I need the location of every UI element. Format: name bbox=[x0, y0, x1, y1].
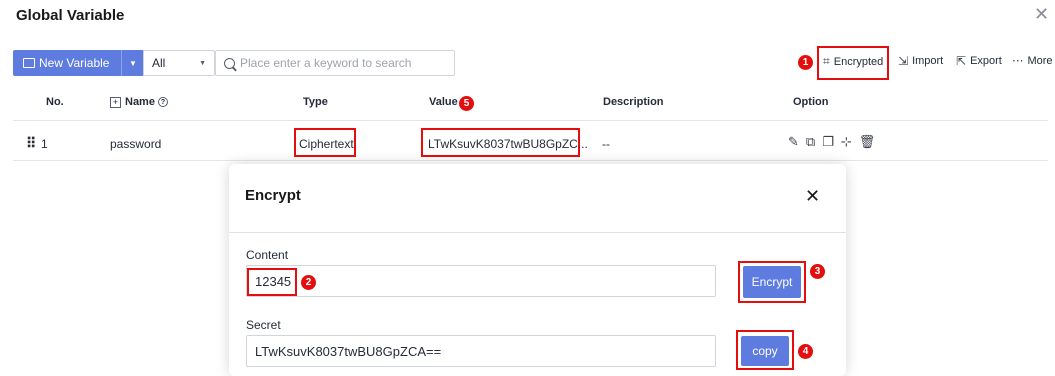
encrypt-button[interactable]: Encrypt bbox=[743, 266, 801, 298]
content-label: Content bbox=[246, 248, 289, 262]
annotation-badge-3: 3 bbox=[810, 264, 825, 279]
new-variable-icon bbox=[23, 58, 35, 68]
import-button[interactable]: ⇲ Import bbox=[898, 54, 943, 68]
export-icon: ⇱ bbox=[956, 54, 967, 68]
close-icon[interactable]: ✕ bbox=[805, 186, 820, 207]
encrypt-scan-icon: ⌗ bbox=[823, 54, 830, 68]
row-divider bbox=[13, 160, 1048, 161]
header-no: No. bbox=[46, 96, 64, 108]
drag-handle-icon[interactable]: ⠿ bbox=[26, 135, 36, 152]
copy-button[interactable]: copy bbox=[741, 336, 789, 366]
search-icon bbox=[224, 57, 235, 69]
help-icon[interactable]: ? bbox=[157, 97, 168, 107]
annotation-badge-2: 2 bbox=[301, 275, 316, 290]
edit-icon[interactable]: ✎ bbox=[788, 135, 799, 150]
new-variable-button[interactable]: New Variable ▼ bbox=[13, 50, 144, 76]
content-highlight-box bbox=[247, 268, 297, 296]
import-icon: ⇲ bbox=[898, 54, 909, 68]
search-input[interactable] bbox=[240, 56, 440, 70]
header-description: Description bbox=[603, 96, 664, 108]
encrypt-dialog: Encrypt ✕ Content 12345 2 Encrypt 3 Secr… bbox=[229, 164, 846, 376]
dialog-divider bbox=[229, 232, 846, 233]
page-title: Global Variable bbox=[16, 7, 125, 24]
encrypted-label: Encrypted bbox=[833, 55, 884, 68]
chevron-down-icon[interactable]: ▼ bbox=[122, 59, 144, 68]
annotation-badge-1: 1 bbox=[798, 55, 813, 70]
export-button[interactable]: ⇱ Export bbox=[956, 54, 1002, 68]
expand-plus-icon[interactable]: + bbox=[110, 96, 121, 108]
header-name[interactable]: + Name ? bbox=[110, 96, 168, 108]
dialog-title: Encrypt bbox=[245, 187, 301, 204]
row-value: LTwKsuvK8037twBU8GpZC... bbox=[428, 137, 588, 151]
row-description: -- bbox=[602, 137, 610, 151]
row-no: 1 bbox=[41, 137, 48, 151]
filter-select[interactable]: All ▼ bbox=[143, 50, 215, 76]
duplicate-icon[interactable]: ❐ bbox=[822, 135, 834, 150]
more-button[interactable]: ··· More bbox=[1012, 54, 1053, 68]
import-label: Import bbox=[912, 55, 944, 67]
copy-variable-icon[interactable]: ⧉ bbox=[806, 135, 815, 150]
export-label: Export bbox=[970, 55, 1002, 67]
chevron-down-icon: ▼ bbox=[199, 59, 206, 67]
search-box[interactable] bbox=[215, 50, 455, 76]
move-icon[interactable]: ⊹ bbox=[841, 135, 852, 150]
secret-field[interactable]: LTwKsuvK8037twBU8GpZCA== bbox=[246, 335, 716, 367]
header-name-label: Name bbox=[125, 96, 155, 108]
more-dots-icon: ··· bbox=[1012, 54, 1024, 68]
header-divider bbox=[13, 120, 1048, 121]
header-value: Value bbox=[429, 96, 458, 108]
header-type: Type bbox=[303, 96, 328, 108]
annotation-badge-4: 4 bbox=[798, 344, 813, 359]
secret-label: Secret bbox=[246, 318, 281, 332]
annotation-badge-5: 5 bbox=[459, 96, 474, 111]
row-name: password bbox=[110, 137, 162, 151]
header-option: Option bbox=[793, 96, 829, 108]
delete-icon[interactable]: 🗑 bbox=[859, 135, 876, 150]
new-variable-label: New Variable bbox=[39, 56, 110, 70]
filter-value: All bbox=[152, 56, 166, 70]
secret-value: LTwKsuvK8037twBU8GpZCA== bbox=[255, 343, 442, 359]
more-label: More bbox=[1027, 55, 1053, 67]
close-icon[interactable]: ✕ bbox=[1034, 4, 1049, 25]
encrypted-button[interactable]: ⌗ Encrypted bbox=[823, 54, 883, 69]
content-field[interactable]: 12345 bbox=[246, 265, 716, 297]
row-options: ✎ ⧉ ❐ ⊹ 🗑 bbox=[788, 135, 875, 150]
row-type: Ciphertext bbox=[299, 137, 354, 151]
